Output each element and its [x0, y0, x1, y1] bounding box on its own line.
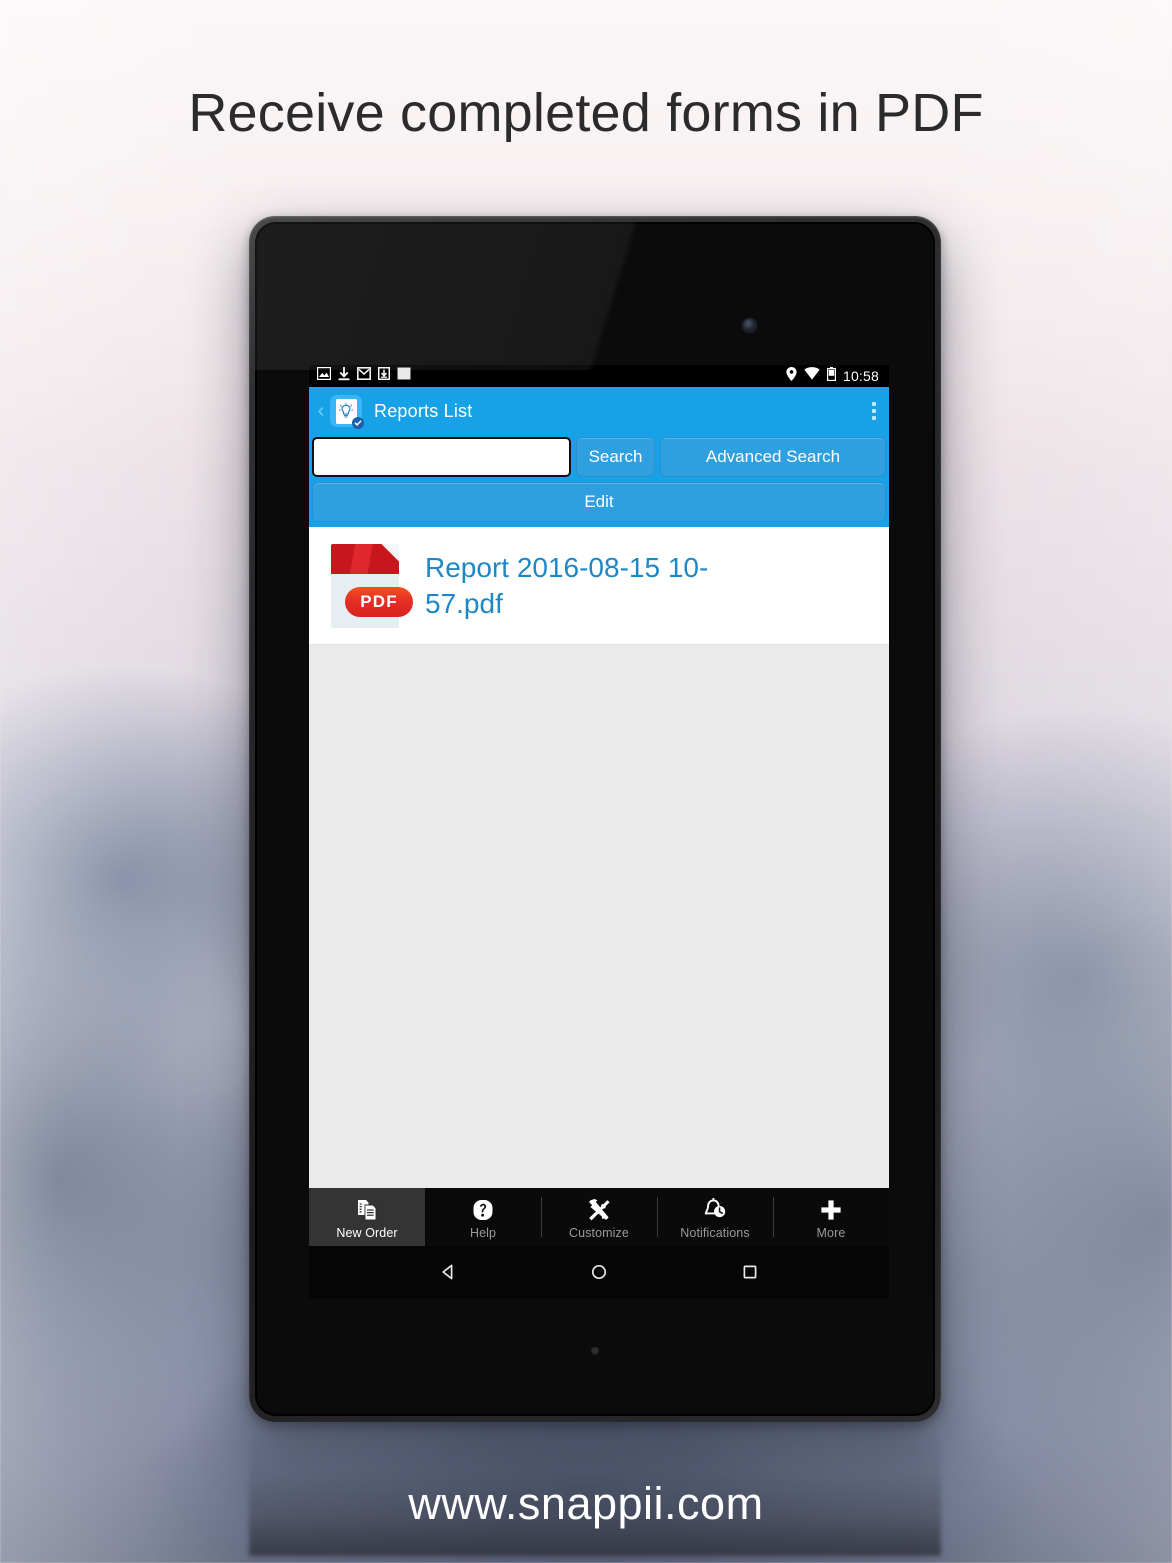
device-bezel: 10:58 ‹ Reports List Search Advanced Sea…	[255, 222, 935, 1416]
home-indicator-dot	[591, 1346, 599, 1354]
pdf-badge: PDF	[345, 586, 413, 617]
overflow-menu-button[interactable]	[869, 398, 879, 424]
pdf-file-icon: PDF	[331, 543, 413, 628]
overflow-dot	[872, 409, 876, 413]
advanced-search-button[interactable]: Advanced Search	[660, 437, 886, 477]
edit-button[interactable]: Edit	[312, 482, 886, 522]
status-bar-clock: 10:58	[842, 368, 879, 384]
glass-reflection	[255, 222, 935, 370]
status-bar-system: 10:58	[786, 366, 879, 386]
reports-list: PDF Report 2016-08-15 10-57.pdf	[309, 527, 889, 645]
tab-label: New Order	[336, 1225, 398, 1240]
verified-check-icon	[352, 417, 364, 429]
wifi-icon	[804, 367, 820, 385]
tab-notifications[interactable]: Notifications	[657, 1188, 773, 1246]
battery-icon	[826, 366, 836, 386]
plus-icon	[819, 1197, 843, 1223]
status-bar-notifications	[316, 366, 411, 386]
download-icon	[338, 366, 350, 386]
app-title: Reports List	[374, 400, 473, 421]
back-triangle-icon[interactable]	[422, 1252, 474, 1292]
screenshot-icon	[316, 366, 332, 385]
tab-label: Customize	[569, 1225, 629, 1240]
empty-content-area	[309, 645, 889, 1188]
search-toolbar: Search Advanced Search Edit	[309, 435, 889, 527]
android-status-bar: 10:58	[309, 365, 889, 387]
wrench-hammer-icon	[586, 1197, 612, 1223]
question-mark-icon	[471, 1197, 495, 1223]
tab-help[interactable]: Help	[425, 1188, 541, 1246]
tab-customize[interactable]: Customize	[541, 1188, 657, 1246]
back-button[interactable]: ‹	[313, 401, 329, 421]
search-row: Search Advanced Search	[312, 437, 886, 477]
tab-label: Help	[469, 1225, 497, 1240]
location-icon	[786, 366, 797, 386]
bottom-tab-bar: New Order Help Customize Notifications M…	[309, 1188, 889, 1246]
download-box-icon	[377, 366, 391, 385]
tab-new-order[interactable]: New Order	[309, 1188, 425, 1246]
list-item[interactable]: PDF Report 2016-08-15 10-57.pdf	[309, 527, 889, 645]
tab-label: More	[816, 1225, 846, 1240]
overflow-dot	[872, 402, 876, 406]
file-name-label: Report 2016-08-15 10-57.pdf	[425, 551, 709, 619]
page-title: Receive completed forms in PDF	[188, 83, 984, 143]
search-button[interactable]: Search	[576, 437, 655, 477]
marketing-page: Receive completed forms in PDF 10:58 ‹ R…	[0, 0, 1172, 1563]
home-circle-icon[interactable]	[573, 1252, 625, 1292]
gmail-icon	[357, 367, 371, 385]
tab-more[interactable]: More	[773, 1188, 889, 1246]
android-nav-bar	[309, 1246, 889, 1298]
search-input[interactable]	[312, 437, 571, 477]
app-header: ‹ Reports List	[309, 387, 889, 435]
device-screen: 10:58 ‹ Reports List Search Advanced Sea…	[309, 365, 889, 1298]
tablet-device: 10:58 ‹ Reports List Search Advanced Sea…	[249, 216, 941, 1422]
app-icon[interactable]	[330, 395, 364, 429]
recents-square-icon[interactable]	[724, 1252, 776, 1292]
overflow-dot	[872, 416, 876, 420]
tab-label: Notifications	[680, 1225, 750, 1240]
blank-notification-icon	[397, 367, 411, 385]
footer-url: www.snappii.com	[408, 1478, 764, 1529]
front-camera-icon	[743, 319, 756, 332]
bell-clock-icon	[702, 1197, 728, 1223]
documents-icon	[355, 1197, 379, 1223]
